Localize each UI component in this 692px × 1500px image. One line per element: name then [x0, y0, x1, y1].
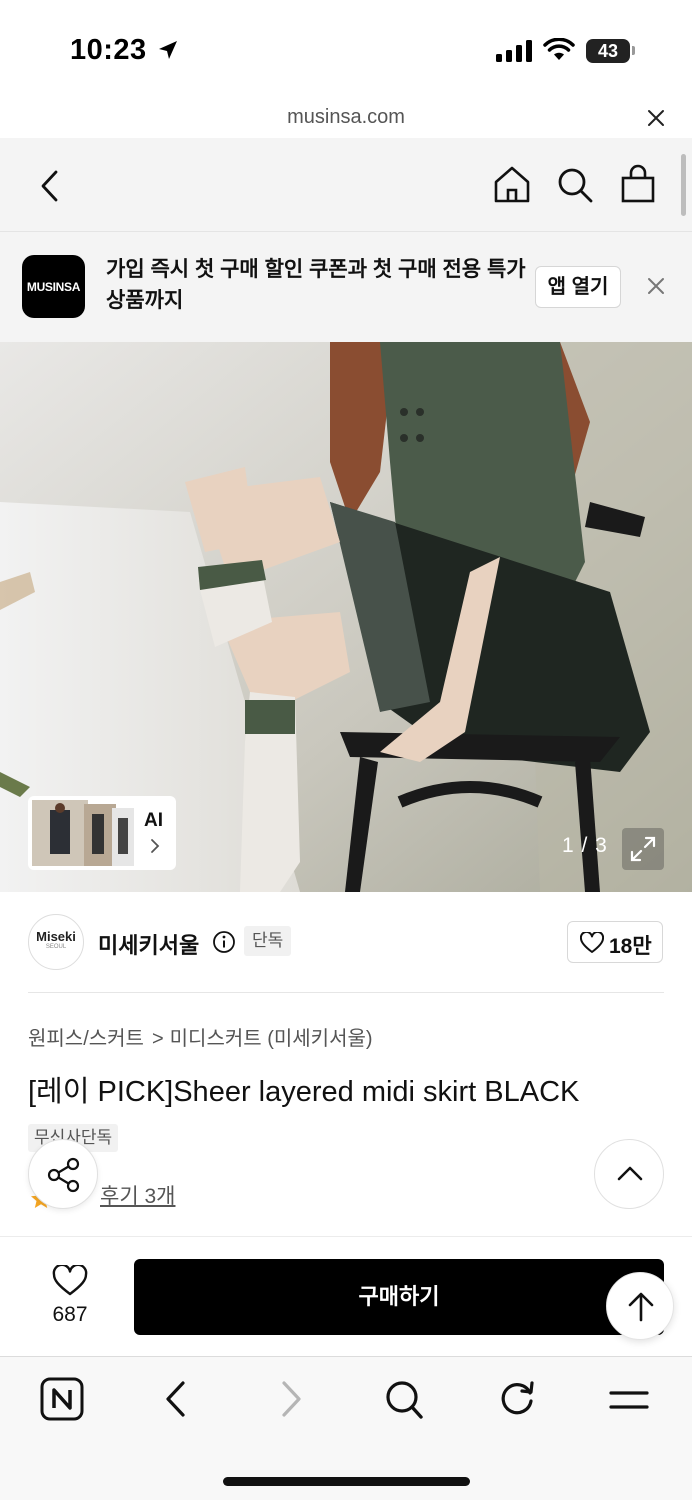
- cellular-signal-icon: [496, 40, 532, 62]
- review-count-link[interactable]: 후기 3개: [100, 1180, 175, 1210]
- page-scrollbar[interactable]: [681, 154, 686, 216]
- buy-button[interactable]: 구매하기: [134, 1259, 664, 1335]
- expand-image-button[interactable]: [622, 828, 664, 870]
- product-image[interactable]: AI 1 / 3: [0, 342, 692, 892]
- scroll-to-top-button[interactable]: [606, 1272, 674, 1340]
- menu-icon[interactable]: [608, 1377, 650, 1421]
- heart-icon: [580, 932, 604, 953]
- browser-url-bar: musinsa.com: [0, 100, 692, 138]
- battery-cap: [632, 46, 635, 55]
- wishlist-heart-icon[interactable]: [52, 1265, 88, 1297]
- browser-search-icon[interactable]: [384, 1377, 424, 1421]
- back-arrow-icon[interactable]: [36, 166, 64, 206]
- home-indicator: [223, 1477, 470, 1486]
- url-text[interactable]: musinsa.com: [0, 106, 692, 129]
- close-icon[interactable]: [646, 276, 666, 296]
- ai-label: AI: [144, 810, 163, 831]
- location-arrow-icon: [159, 41, 177, 59]
- share-icon: [47, 1157, 80, 1193]
- status-bar: 10:23 43: [0, 0, 692, 100]
- wishlist-count: 687: [52, 1303, 88, 1326]
- collapse-button[interactable]: [594, 1139, 664, 1209]
- breadcrumb-separator: >: [151, 1028, 164, 1050]
- share-button[interactable]: [28, 1139, 98, 1209]
- shopping-bag-icon[interactable]: [620, 164, 656, 204]
- wifi-icon: [543, 38, 575, 60]
- chevron-right-icon: [151, 839, 160, 853]
- browser-forward-icon: [282, 1381, 301, 1417]
- search-icon[interactable]: [556, 166, 594, 204]
- chevron-up-icon: [617, 1166, 643, 1181]
- battery-indicator: 43: [586, 39, 630, 63]
- close-icon[interactable]: [646, 108, 666, 128]
- divider: [28, 992, 664, 993]
- naver-home-icon[interactable]: [40, 1377, 84, 1421]
- brand-logo-subtext: SEOUL: [45, 944, 67, 950]
- open-app-button[interactable]: 앱 열기: [535, 266, 621, 308]
- product-title: [레이 PICK]Sheer layered midi skirt BLACK: [28, 1076, 580, 1108]
- app-install-banner: MUSINSA 가입 즉시 첫 구매 할인 쿠폰과 첫 구매 전용 특가 상품까…: [0, 232, 692, 342]
- expand-icon: [630, 836, 656, 862]
- brand-like-count: 18만: [609, 935, 652, 958]
- status-time: 10:23: [70, 34, 147, 66]
- brand-name[interactable]: 미세키서울: [98, 928, 199, 960]
- battery-level: 43: [597, 41, 619, 61]
- browser-back-icon[interactable]: [160, 1377, 192, 1421]
- ai-styling-thumbnail[interactable]: AI: [28, 796, 176, 870]
- breadcrumb-item[interactable]: 원피스/스커트: [28, 1028, 144, 1050]
- musinsa-app-logo: MUSINSA: [22, 255, 85, 318]
- brand-logo-text: Miseki: [36, 929, 76, 944]
- image-page-indicator: 1 / 3: [562, 834, 608, 857]
- brand-exclusive-badge: 단독: [244, 926, 292, 956]
- purchase-bar: 687 구매하기: [0, 1236, 692, 1356]
- brand-logo[interactable]: Miseki SEOUL: [28, 914, 84, 970]
- info-icon[interactable]: [212, 930, 236, 954]
- site-header: [0, 138, 692, 232]
- thumbnail-images: [32, 800, 134, 866]
- app-banner-message: 가입 즉시 첫 구매 할인 쿠폰과 첫 구매 전용 특가 상품까지: [106, 258, 526, 312]
- breadcrumb-item[interactable]: 미디스커트 (미세키서울): [170, 1028, 373, 1050]
- brand-like-button[interactable]: 18만: [567, 921, 663, 963]
- breadcrumb: 원피스/스커트 > 미디스커트 (미세키서울): [28, 1022, 373, 1051]
- refresh-icon[interactable]: [497, 1377, 537, 1421]
- arrow-up-icon: [628, 1292, 654, 1322]
- home-icon[interactable]: [492, 164, 532, 204]
